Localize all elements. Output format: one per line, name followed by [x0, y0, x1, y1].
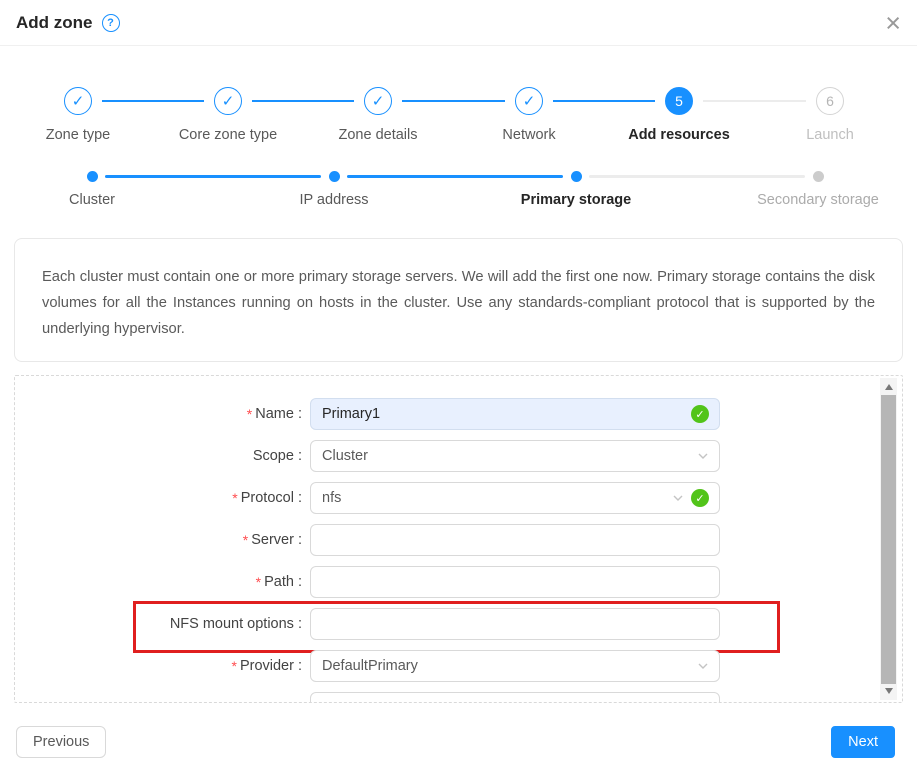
protocol-label: *Protocol : — [15, 490, 302, 506]
substep-label: Secondary storage — [708, 192, 917, 208]
path-label: *Path : — [15, 574, 302, 590]
step-label: Add resources — [599, 127, 759, 143]
form-row-name: *Name : Primary1 ✓ — [15, 398, 902, 430]
substep-label: IP address — [224, 192, 444, 208]
primary-storage-form: *Name : Primary1 ✓ *Scope : Cluster ✓ *P… — [14, 375, 903, 703]
previous-button[interactable]: Previous — [16, 726, 106, 758]
step-network: ✓ Network — [449, 87, 609, 143]
form-row-nfs-mount-options: *NFS mount options : ✓ — [15, 608, 902, 640]
dialog-header: Add zone ? × — [0, 0, 917, 46]
required-asterisk: * — [256, 574, 261, 590]
name-input[interactable]: Primary1 ✓ — [310, 398, 720, 430]
step-label: Zone details — [298, 127, 458, 143]
form-row-protocol: *Protocol : nfs ✓ — [15, 482, 902, 514]
step-connector — [553, 100, 655, 102]
dialog-title: Add zone — [16, 13, 93, 33]
path-input[interactable]: ✓ — [310, 566, 720, 598]
step-check-icon: ✓ — [64, 87, 92, 115]
storage-tags-label: *Storage tags : — [15, 700, 302, 703]
scrollbar-thumb[interactable] — [881, 395, 896, 684]
valid-check-icon: ✓ — [691, 489, 709, 507]
primary-storage-info-text: Each cluster must contain one or more pr… — [14, 238, 903, 362]
resource-substepper: Cluster IP address Primary storage Secon… — [0, 166, 917, 218]
step-label: Network — [449, 127, 609, 143]
chevron-down-icon — [697, 660, 709, 672]
step-zone-type: ✓ Zone type — [0, 87, 158, 143]
required-asterisk: * — [231, 658, 236, 674]
storage-tags-input[interactable] — [310, 692, 720, 703]
next-button[interactable]: Next — [831, 726, 895, 758]
substep-connector — [105, 175, 321, 178]
wizard-stepper: ✓ Zone type ✓ Core zone type ✓ Zone deta… — [0, 84, 917, 156]
scrollbar-down-arrow[interactable] — [880, 684, 897, 698]
provider-select[interactable]: DefaultPrimary ✓ — [310, 650, 720, 682]
step-launch: ✓6 Launch — [750, 87, 910, 143]
chevron-down-icon — [697, 450, 709, 462]
step-label: Zone type — [0, 127, 158, 143]
name-label: *Name : — [15, 406, 302, 422]
step-connector — [703, 100, 806, 102]
step-core-zone-type: ✓ Core zone type — [148, 87, 308, 143]
step-check-icon: ✓ — [214, 87, 242, 115]
step-zone-details: ✓ Zone details — [298, 87, 458, 143]
step-connector — [252, 100, 354, 102]
substep-dot — [87, 171, 98, 182]
chevron-down-icon — [672, 492, 684, 504]
substep-label: Cluster — [0, 192, 202, 208]
required-asterisk: * — [232, 490, 237, 506]
nfs-mount-options-label: *NFS mount options : — [15, 616, 302, 632]
step-label: Core zone type — [148, 127, 308, 143]
scope-label: *Scope : — [15, 448, 302, 464]
substep-connector — [589, 175, 805, 178]
server-label: *Server : — [15, 532, 302, 548]
step-add-resources: ✓5 Add resources — [599, 87, 759, 143]
substep-dot — [813, 171, 824, 182]
form-row-server: *Server : ✓ — [15, 524, 902, 556]
form-row-storage-tags: *Storage tags : — [15, 692, 902, 703]
required-asterisk: * — [247, 406, 252, 422]
valid-check-icon: ✓ — [691, 405, 709, 423]
provider-label: *Provider : — [15, 658, 302, 674]
scope-select[interactable]: Cluster ✓ — [310, 440, 720, 472]
step-label: Launch — [750, 127, 910, 143]
form-row-path: *Path : ✓ — [15, 566, 902, 598]
required-asterisk: * — [243, 532, 248, 548]
step-connector — [102, 100, 204, 102]
step-connector — [402, 100, 505, 102]
substep-dot — [329, 171, 340, 182]
substep-connector — [347, 175, 563, 178]
substep-dot — [571, 171, 582, 182]
step-number-badge: ✓5 — [665, 87, 693, 115]
form-row-provider: *Provider : DefaultPrimary ✓ — [15, 650, 902, 682]
form-scrollbar[interactable] — [880, 378, 897, 700]
scrollbar-up-arrow[interactable] — [880, 380, 897, 394]
help-question-icon[interactable]: ? — [102, 14, 120, 32]
nfs-mount-options-input[interactable]: ✓ — [310, 608, 720, 640]
form-row-scope: *Scope : Cluster ✓ — [15, 440, 902, 472]
step-check-icon: ✓ — [364, 87, 392, 115]
step-check-icon: ✓ — [515, 87, 543, 115]
server-input[interactable]: ✓ — [310, 524, 720, 556]
substep-label: Primary storage — [466, 192, 686, 208]
close-icon[interactable]: × — [885, 4, 901, 42]
step-number-badge: ✓6 — [816, 87, 844, 115]
protocol-select[interactable]: nfs ✓ — [310, 482, 720, 514]
